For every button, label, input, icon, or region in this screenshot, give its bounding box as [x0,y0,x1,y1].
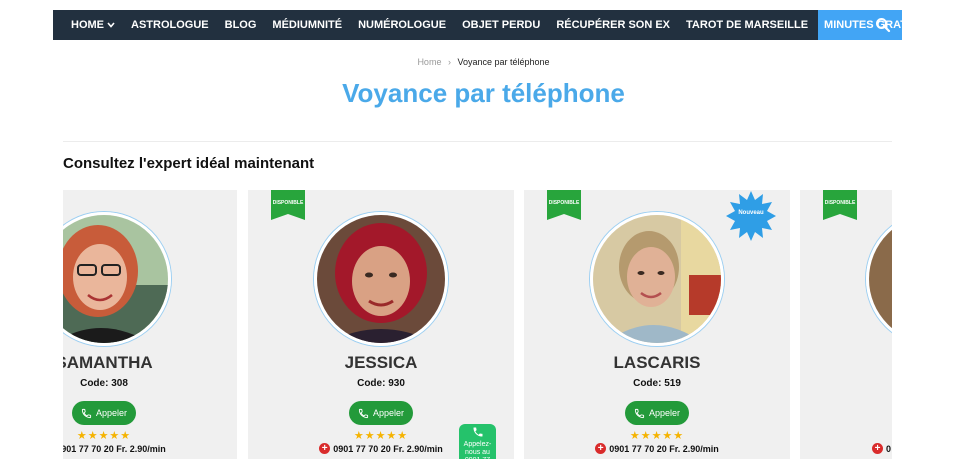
nav-item-astrologue[interactable]: ASTROLOGUE [123,10,217,40]
call-button[interactable]: Appeler [72,401,136,425]
expert-card: DISPONIBLE Nouveau LASCARIS Code: 519 Ap… [524,190,790,459]
main-navigation: HOME ASTROLOGUE BLOG MÉDIUMNITÉ NUMÉROLO… [53,10,939,40]
nav-item-home[interactable]: HOME [53,10,123,40]
nav-item-recuperer-son-ex[interactable]: RÉCUPÉRER SON EX [548,10,678,40]
new-badge-label: Nouveau [738,210,764,216]
expert-code: Code: 930 [357,378,405,389]
nav-item-tarot-de-marseille[interactable]: TAROT DE MARSEILLE [678,10,816,40]
section-title: Consultez l'expert idéal maintenant [63,155,315,172]
expert-avatar[interactable] [314,212,448,346]
available-ribbon: DISPONIBLE [271,190,305,220]
expert-avatar[interactable] [63,212,171,346]
phone-icon [358,408,369,418]
phone-icon [81,408,92,418]
expert-carousel[interactable]: SAMANTHA Code: 308 Appeler ★★★★★ + 0901 … [63,190,892,459]
floating-call-text: Appelez-nous au 0901 77 [463,441,492,459]
new-badge: Nouveau [726,191,776,241]
floating-call-button[interactable]: Appelez-nous au 0901 77 [459,424,496,459]
nav-item-label: HOME [71,19,104,31]
nav-menu: HOME ASTROLOGUE BLOG MÉDIUMNITÉ NUMÉROLO… [53,10,939,40]
phone-rate: + 0901 77 70 20 Fr. 2.90/min [63,443,237,454]
chevron-down-icon [107,22,115,28]
phone-rate-text: 0901 77 70 20 Fr. 2.90/min [333,443,443,454]
nav-item-label: OBJET PERDU [462,19,541,31]
nav-item-mediumnite[interactable]: MÉDIUMNITÉ [264,10,350,40]
breadcrumb: Home › Voyance par téléphone [0,57,967,67]
expert-name: SAMANTHA [63,353,153,372]
search-icon[interactable] [874,16,892,34]
phone-rate: + 0901 77 70 20 Fr. 2.90/min [524,443,790,454]
call-button-label: Appeler [648,408,681,418]
rating-stars: ★★★★★ [629,430,685,442]
expert-code: Code: 308 [80,378,128,389]
phone-rate-text: 0901 77 70 20 Fr. 2.90/min [63,443,166,454]
expert-code: Code: 519 [633,378,681,389]
swiss-cross-icon: + [595,443,607,454]
rating-stars: ★★★★★ [76,430,132,442]
nav-item-label: ASTROLOGUE [131,19,209,31]
phone-icon [473,427,482,437]
expert-name: LASCARIS [613,353,701,372]
call-button[interactable]: Appeler [625,401,689,425]
nav-item-blog[interactable]: BLOG [217,10,265,40]
nav-item-numerologue[interactable]: NUMÉROLOGUE [350,10,454,40]
page-title: Voyance par téléphone [342,78,625,108]
expert-card: DISPONIBLE + 0 [800,190,892,459]
swiss-cross-icon: + [319,443,331,454]
breadcrumb-home-link[interactable]: Home [417,57,441,67]
swiss-cross-icon: + [872,443,883,454]
nav-item-objet-perdu[interactable]: OBJET PERDU [454,10,548,40]
expert-avatar[interactable] [866,212,892,346]
divider [63,141,892,142]
call-button[interactable]: Appeler [349,401,413,425]
expert-avatar[interactable] [590,212,724,346]
phone-rate: + 0 [800,443,892,454]
expert-name: JESSICA [344,353,418,372]
nav-item-label: NUMÉROLOGUE [358,19,447,31]
nav-item-label: MÉDIUMNITÉ [272,19,343,31]
available-ribbon: DISPONIBLE [823,190,857,220]
phone-icon [634,408,645,418]
expert-card: SAMANTHA Code: 308 Appeler ★★★★★ + 0901 … [63,190,237,459]
breadcrumb-current: Voyance par téléphone [457,57,550,67]
call-button-label: Appeler [95,408,128,418]
nav-item-label: BLOG [224,19,257,31]
nav-item-label: RÉCUPÉRER SON EX [556,19,671,31]
breadcrumb-separator: › [447,57,451,67]
expert-card: DISPONIBLE JESSICA Code: 930 Appeler ★★★… [248,190,514,459]
phone-rate-text: 0 [886,443,892,454]
available-ribbon: DISPONIBLE [547,190,581,220]
phone-rate-text: 0901 77 70 20 Fr. 2.90/min [609,443,719,454]
call-button-label: Appeler [372,408,405,418]
nav-item-label: TAROT DE MARSEILLE [686,19,809,31]
